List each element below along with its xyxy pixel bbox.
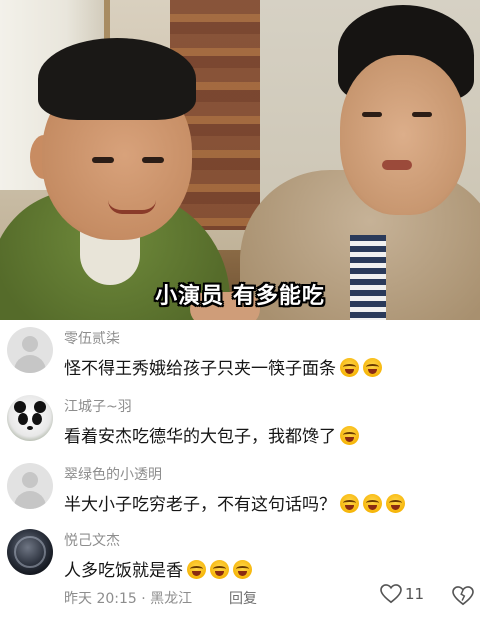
reply-button[interactable]: 回复 xyxy=(229,588,257,608)
dislike-button[interactable] xyxy=(452,586,474,610)
right-boy-eye xyxy=(412,112,432,117)
default-avatar-icon xyxy=(14,491,46,509)
left-boy-eye xyxy=(92,157,114,163)
avatar[interactable] xyxy=(7,327,53,373)
crying-laughing-emoji-icon xyxy=(233,560,252,579)
panda-eye xyxy=(32,413,42,425)
like-button[interactable]: 11 xyxy=(380,584,424,604)
avatar[interactable] xyxy=(7,463,53,509)
panda-avatar-icon xyxy=(14,401,26,413)
default-avatar-icon xyxy=(14,355,46,373)
crying-laughing-emoji-icon xyxy=(210,560,229,579)
crying-laughing-emoji-icon xyxy=(363,494,382,513)
comment-item[interactable]: 江城子~羽 看着安杰吃德华的大包子，我都馋了 xyxy=(0,390,480,462)
right-boy-eye xyxy=(362,112,382,117)
crying-laughing-emoji-icon xyxy=(340,358,359,377)
right-boy-face xyxy=(340,55,466,215)
crying-laughing-emoji-icon xyxy=(363,358,382,377)
left-boy-hair xyxy=(38,38,196,120)
video-frame[interactable]: 小演员 有多能吃 xyxy=(0,0,480,320)
avatar[interactable] xyxy=(7,529,53,575)
crying-laughing-emoji-icon xyxy=(386,494,405,513)
heart-icon xyxy=(380,584,402,604)
crying-laughing-emoji-icon xyxy=(187,560,206,579)
comment-body: 看着安杰吃德华的大包子，我都馋了 xyxy=(64,427,336,447)
comment-username[interactable]: 江城子~羽 xyxy=(64,396,132,416)
comment-text[interactable]: 看着安杰吃德华的大包子，我都馋了 xyxy=(64,422,359,447)
comment-time-location: 昨天 20:15 · 黑龙江 xyxy=(64,591,193,607)
broken-heart-icon xyxy=(452,586,474,606)
comment-username[interactable]: 翠绿色的小透明 xyxy=(64,464,162,484)
comment-body: 半大小子吃穷老子，不有这句话吗？ xyxy=(64,495,336,515)
right-boy-mouth xyxy=(382,160,412,170)
left-boy-eye xyxy=(142,157,164,163)
crying-laughing-emoji-icon xyxy=(340,494,359,513)
moon-avatar-icon xyxy=(14,536,46,568)
panda-nose xyxy=(27,426,33,430)
comment-body: 怪不得王秀娥给孩子只夹一筷子面条 xyxy=(64,359,336,379)
comment-item[interactable]: 翠绿色的小透明 半大小子吃穷老子，不有这句话吗？ xyxy=(0,458,480,530)
comment-username[interactable]: 零伍贰柒 xyxy=(64,328,120,348)
panda-avatar-icon xyxy=(34,401,46,413)
comment-body: 人多吃饭就是香 xyxy=(64,561,183,581)
comment-text[interactable]: 怪不得王秀娥给孩子只夹一筷子面条 xyxy=(64,354,382,379)
comment-text[interactable]: 半大小子吃穷老子，不有这句话吗？ xyxy=(64,490,405,515)
panda-eye xyxy=(18,413,28,425)
like-count: 11 xyxy=(405,585,425,603)
default-avatar-icon xyxy=(22,472,38,488)
avatar[interactable] xyxy=(7,395,53,441)
video-caption: 小演员 有多能吃 xyxy=(155,284,325,309)
comment-username[interactable]: 悦己文杰 xyxy=(64,530,120,550)
crying-laughing-emoji-icon xyxy=(340,426,359,445)
comment-item[interactable]: 零伍贰柒 怪不得王秀娥给孩子只夹一筷子面条 xyxy=(0,322,480,394)
left-boy-smile xyxy=(108,200,156,214)
comment-text[interactable]: 人多吃饭就是香 xyxy=(64,556,252,581)
default-avatar-icon xyxy=(22,336,38,352)
